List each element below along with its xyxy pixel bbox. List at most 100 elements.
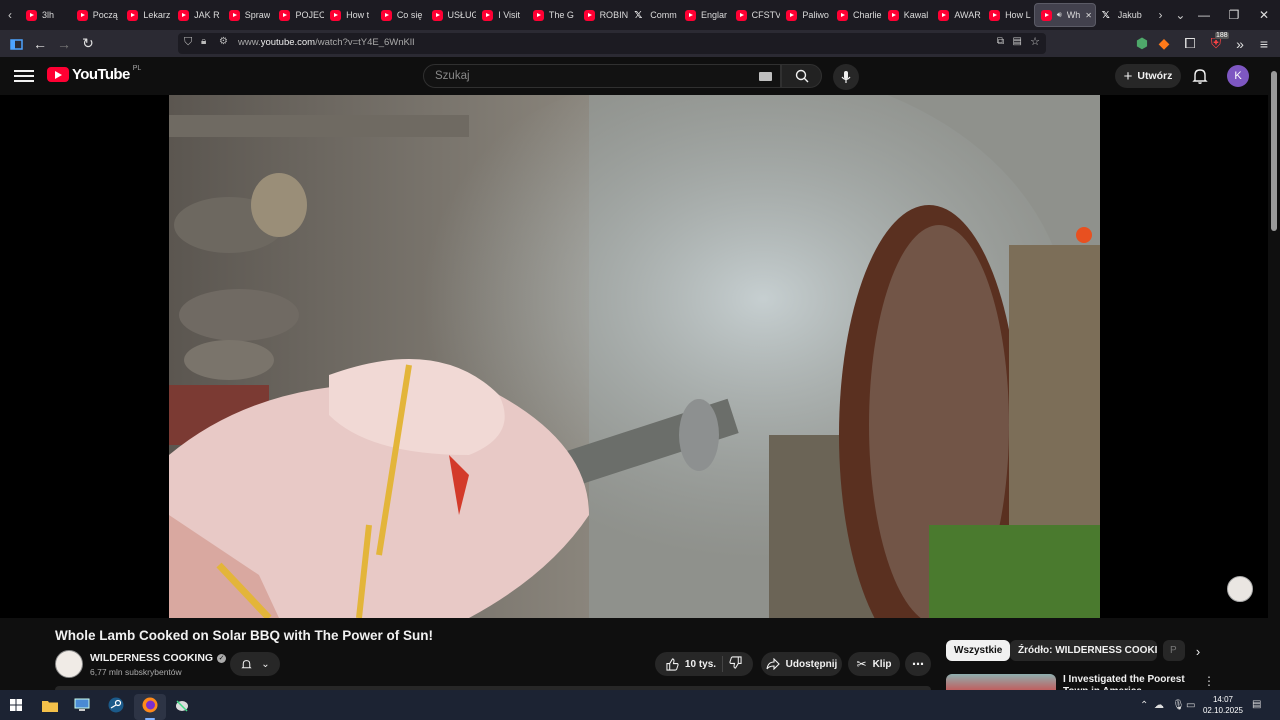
reader-view-icon[interactable]: ▤ xyxy=(1013,36,1022,47)
browser-tab[interactable]: 𝕏 Jakub xyxy=(1096,3,1147,27)
tab-title: 3lh xyxy=(42,10,55,20)
reload-button[interactable]: ↻ xyxy=(76,32,100,56)
close-tab-icon[interactable]: ✕ xyxy=(1085,11,1092,20)
overflow-menu-icon[interactable]: » xyxy=(1228,32,1252,56)
url-text: www.youtube.com/watch?v=tY4E_6WnKlI xyxy=(238,37,415,48)
browser-tab[interactable]: POJEC xyxy=(273,3,324,27)
browser-tab[interactable]: JAK R xyxy=(172,3,223,27)
browser-tab[interactable]: ROBIN xyxy=(578,3,629,27)
create-button[interactable]: + Utwórz xyxy=(1115,64,1181,88)
forward-button[interactable]: → xyxy=(52,32,76,56)
youtube-icon xyxy=(887,9,899,21)
guide-menu-icon[interactable] xyxy=(14,67,34,85)
tray-overflow-icon[interactable]: ⌃ xyxy=(1140,700,1148,711)
vpn-extension-icon[interactable]: ⬢ xyxy=(1130,32,1154,56)
voice-search-button[interactable] xyxy=(833,64,859,90)
windows-taskbar xyxy=(0,690,1280,720)
tab-title: USŁUG xyxy=(447,10,477,20)
channel-name-link[interactable]: WILDERNESS COOKING ✓ xyxy=(90,652,227,664)
browser-tab[interactable]: 𝕏 Comm xyxy=(628,3,679,27)
recommendation-title[interactable]: I Investigated the Poorest Town in Ameri… xyxy=(1063,674,1201,690)
subscription-bell-button[interactable]: ⌄ xyxy=(230,652,280,676)
chip-all[interactable]: Wszystkie xyxy=(946,640,1011,661)
permissions-icon[interactable]: ⚙︎ xyxy=(219,36,228,47)
share-button[interactable]: Udostępnij xyxy=(761,652,842,676)
sidebar-toggle-icon[interactable] xyxy=(4,32,28,56)
recommendation-thumbnail[interactable] xyxy=(946,674,1056,690)
youtube-icon xyxy=(938,9,950,21)
app-icon[interactable] xyxy=(172,695,192,715)
speaker-icon[interactable]: 🔊︎ xyxy=(1057,10,1062,20)
back-button[interactable]: ← xyxy=(28,32,52,56)
picture-in-picture-icon[interactable]: ⧉ xyxy=(997,36,1004,47)
recommendation-menu-icon[interactable]: ⋮ xyxy=(1203,674,1215,688)
browser-tab[interactable]: I Visit xyxy=(476,3,527,27)
taskbar-clock[interactable]: 14:07 02.10.2025 xyxy=(1200,694,1246,716)
app-menu-icon[interactable]: ≡ xyxy=(1252,32,1276,56)
windows-start-icon[interactable] xyxy=(6,695,26,715)
lock-icon[interactable]: 🔒︎ xyxy=(201,36,206,47)
account-avatar[interactable]: K xyxy=(1227,65,1249,87)
youtube-icon xyxy=(482,9,494,21)
chips-next-icon[interactable]: › xyxy=(1190,643,1206,659)
like-button[interactable]: 10 tys. xyxy=(666,657,716,671)
youtube-icon xyxy=(583,9,595,21)
search-button[interactable] xyxy=(781,64,822,88)
video-player[interactable] xyxy=(0,95,1268,618)
dislike-button[interactable] xyxy=(729,656,742,672)
minimize-button[interactable]: — xyxy=(1188,0,1220,30)
scroll-tabs-right-button[interactable]: › xyxy=(1150,3,1170,27)
keyboard-icon[interactable] xyxy=(759,72,772,81)
remote-desktop-icon[interactable] xyxy=(72,695,92,715)
fox-extension-icon[interactable]: ◆ xyxy=(1152,32,1176,56)
browser-tab[interactable]: Spraw xyxy=(223,3,274,27)
browser-tab[interactable]: CFSTV xyxy=(730,3,780,27)
browser-tab[interactable]: 🔊︎ Wh ✕ xyxy=(1033,3,1096,27)
browser-tab[interactable]: Począ xyxy=(71,3,122,27)
scroll-tabs-left-button[interactable]: ‹ xyxy=(0,3,20,27)
file-explorer-icon[interactable] xyxy=(40,695,60,715)
more-actions-button[interactable]: ⋯ xyxy=(905,652,931,676)
page-scrollbar[interactable] xyxy=(1268,57,1280,690)
browser-tab[interactable]: How L xyxy=(983,3,1034,27)
extensions-icon[interactable]: ⧠ xyxy=(1178,32,1202,56)
close-window-button[interactable]: ✕ xyxy=(1248,0,1280,30)
browser-tab[interactable]: Englar xyxy=(679,3,730,27)
browser-tab[interactable]: AWAR xyxy=(932,3,983,27)
youtube-icon xyxy=(684,9,696,21)
ublock-icon[interactable]: ⛨ 188 xyxy=(1204,31,1229,56)
youtube-play-icon xyxy=(47,67,69,82)
microphone-tray-icon[interactable]: 🎙︎ xyxy=(1172,700,1185,711)
browser-tab[interactable]: How t xyxy=(324,3,375,27)
steam-icon[interactable] xyxy=(106,695,126,715)
chip-partial[interactable]: P xyxy=(1163,640,1185,661)
search-input[interactable]: Szukaj xyxy=(423,64,781,88)
browser-tab[interactable]: 3lh xyxy=(20,3,71,27)
clip-button[interactable]: ✂ Klip xyxy=(848,652,900,676)
browser-tab[interactable]: Kawal xyxy=(882,3,933,27)
bell-icon xyxy=(1192,69,1208,84)
browser-tab[interactable]: Paliwo xyxy=(780,3,831,27)
tracking-shield-icon[interactable]: ⛉ xyxy=(184,36,192,49)
create-label: Utwórz xyxy=(1137,70,1173,82)
onedrive-icon[interactable]: ☁ xyxy=(1154,700,1164,711)
notification-center-icon[interactable]: ▤ xyxy=(1252,699,1261,710)
notifications-button[interactable] xyxy=(1190,66,1210,86)
network-icon[interactable]: ▭ xyxy=(1186,700,1195,711)
browser-tab[interactable]: USŁUG xyxy=(426,3,477,27)
youtube-icon xyxy=(532,9,544,21)
browser-tab[interactable]: Charlie xyxy=(831,3,882,27)
chip-channel-source[interactable]: Źródło: WILDERNESS COOKING xyxy=(1010,640,1157,661)
address-bar[interactable]: ⛉ 🔒︎ ⚙︎ www.youtube.com/watch?v=tY4E_6Wn… xyxy=(178,33,1046,54)
restore-button[interactable]: ❐ xyxy=(1218,0,1250,30)
browser-tab[interactable]: Co się xyxy=(375,3,426,27)
bookmark-star-icon[interactable]: ☆ xyxy=(1030,35,1040,48)
video-frame[interactable] xyxy=(169,95,1100,618)
youtube-logo[interactable]: YouTube PL xyxy=(47,65,141,83)
browser-tab[interactable]: Lekarz xyxy=(121,3,172,27)
browser-tab[interactable]: The G xyxy=(527,3,578,27)
scrollbar-thumb[interactable] xyxy=(1271,71,1277,231)
channel-watermark-icon[interactable] xyxy=(1227,576,1253,602)
firefox-icon[interactable] xyxy=(140,695,160,715)
channel-avatar[interactable] xyxy=(55,650,83,678)
